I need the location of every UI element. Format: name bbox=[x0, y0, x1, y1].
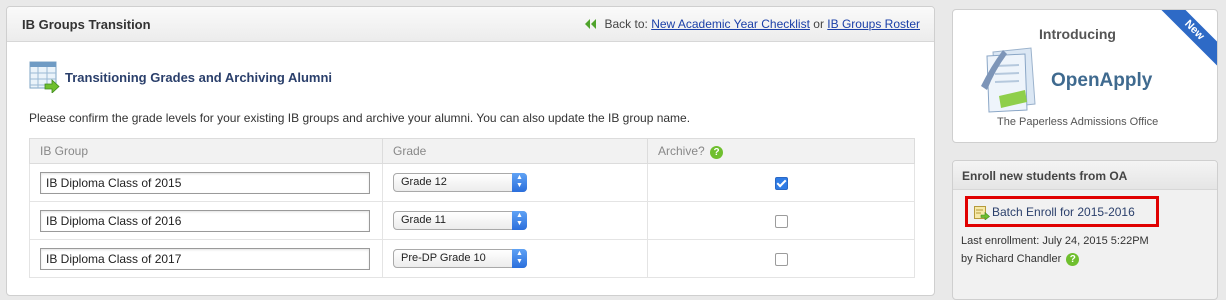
help-icon[interactable]: ? bbox=[1066, 253, 1080, 266]
enroll-panel-title: Enroll new students from OA bbox=[953, 161, 1217, 190]
panel-header: IB Groups Transition Back to: New Academ… bbox=[7, 7, 934, 42]
column-header-ib-group: IB Group bbox=[29, 138, 383, 164]
openapply-ad[interactable]: Introducing OpenApply The Paperless Admi… bbox=[952, 9, 1218, 143]
grade-select[interactable]: Grade 11 ▲ ▼ bbox=[393, 211, 527, 230]
batch-enroll-button[interactable]: Batch Enroll for 2015-2016 bbox=[965, 196, 1159, 227]
spreadsheet-arrow-icon bbox=[29, 61, 60, 93]
enrolled-by-text: by Richard Chandler bbox=[961, 253, 1062, 265]
grade-select-value: Grade 12 bbox=[401, 176, 447, 188]
ad-tagline: The Paperless Admissions Office bbox=[997, 116, 1159, 128]
new-academic-year-checklist-link[interactable]: New Academic Year Checklist bbox=[651, 17, 810, 31]
table-row: Pre-DP Grade 10 ▲▼ bbox=[29, 239, 915, 278]
ib-groups-roster-link[interactable]: IB Groups Roster bbox=[827, 17, 920, 31]
new-ribbon: New bbox=[1156, 10, 1217, 69]
column-header-grade: Grade bbox=[382, 138, 648, 164]
table-header-row: IB Group Grade Archive? ? bbox=[29, 138, 915, 164]
section-title: Transitioning Grades and Archiving Alumn… bbox=[65, 70, 333, 85]
up-down-arrows-icon: ▲ ▼ bbox=[512, 211, 527, 230]
table-row: Grade 12 ▲▼ bbox=[29, 163, 915, 202]
grade-select-value: Pre-DP Grade 10 bbox=[401, 252, 486, 264]
document-stack-icon bbox=[981, 47, 1036, 113]
group-name-input[interactable] bbox=[40, 171, 370, 194]
archive-checkbox[interactable] bbox=[774, 176, 788, 190]
document-arrow-icon bbox=[974, 206, 990, 220]
ad-intro-text: Introducing bbox=[1039, 26, 1116, 42]
grade-select-value: Grade 11 bbox=[401, 214, 447, 226]
help-icon[interactable]: ? bbox=[710, 145, 724, 159]
grade-select[interactable]: Grade 12 ▲ ▼ bbox=[393, 173, 527, 192]
batch-enroll-label: Batch Enroll for 2015-2016 bbox=[992, 205, 1135, 219]
archive-checkbox[interactable] bbox=[774, 214, 788, 228]
column-header-archive: Archive? ? bbox=[647, 138, 915, 164]
back-label: Back to: bbox=[604, 17, 648, 31]
archive-header-label: Archive? bbox=[658, 143, 705, 158]
instructions-text: Please confirm the grade levels for your… bbox=[29, 111, 691, 125]
ib-groups-table: IB Group Grade Archive? ? Grade 12 ▲▼ bbox=[29, 138, 915, 278]
or-text: or bbox=[813, 17, 824, 31]
enrolled-by: by Richard Chandler ? bbox=[961, 253, 1080, 266]
up-down-arrows-icon: ▲ ▼ bbox=[512, 173, 527, 192]
ad-brand: OpenApply bbox=[1051, 70, 1153, 91]
archive-checkbox[interactable] bbox=[774, 252, 788, 266]
ib-groups-panel: IB Groups Transition Back to: New Academ… bbox=[6, 6, 935, 296]
group-name-input[interactable] bbox=[40, 247, 370, 270]
up-down-arrows-icon: ▲ ▼ bbox=[512, 249, 527, 268]
table-row: Grade 11 ▲▼ bbox=[29, 201, 915, 240]
page-title: IB Groups Transition bbox=[22, 17, 151, 32]
last-enrollment-text: Last enrollment: July 24, 2015 5:22PM bbox=[961, 235, 1149, 247]
grade-select[interactable]: Pre-DP Grade 10 ▲ ▼ bbox=[393, 249, 527, 268]
back-links: Back to: New Academic Year Checklist or … bbox=[584, 17, 920, 31]
group-name-input[interactable] bbox=[40, 209, 370, 232]
double-chevron-left-icon bbox=[585, 19, 597, 29]
enroll-panel: Enroll new students from OA Batch Enroll… bbox=[952, 160, 1218, 300]
